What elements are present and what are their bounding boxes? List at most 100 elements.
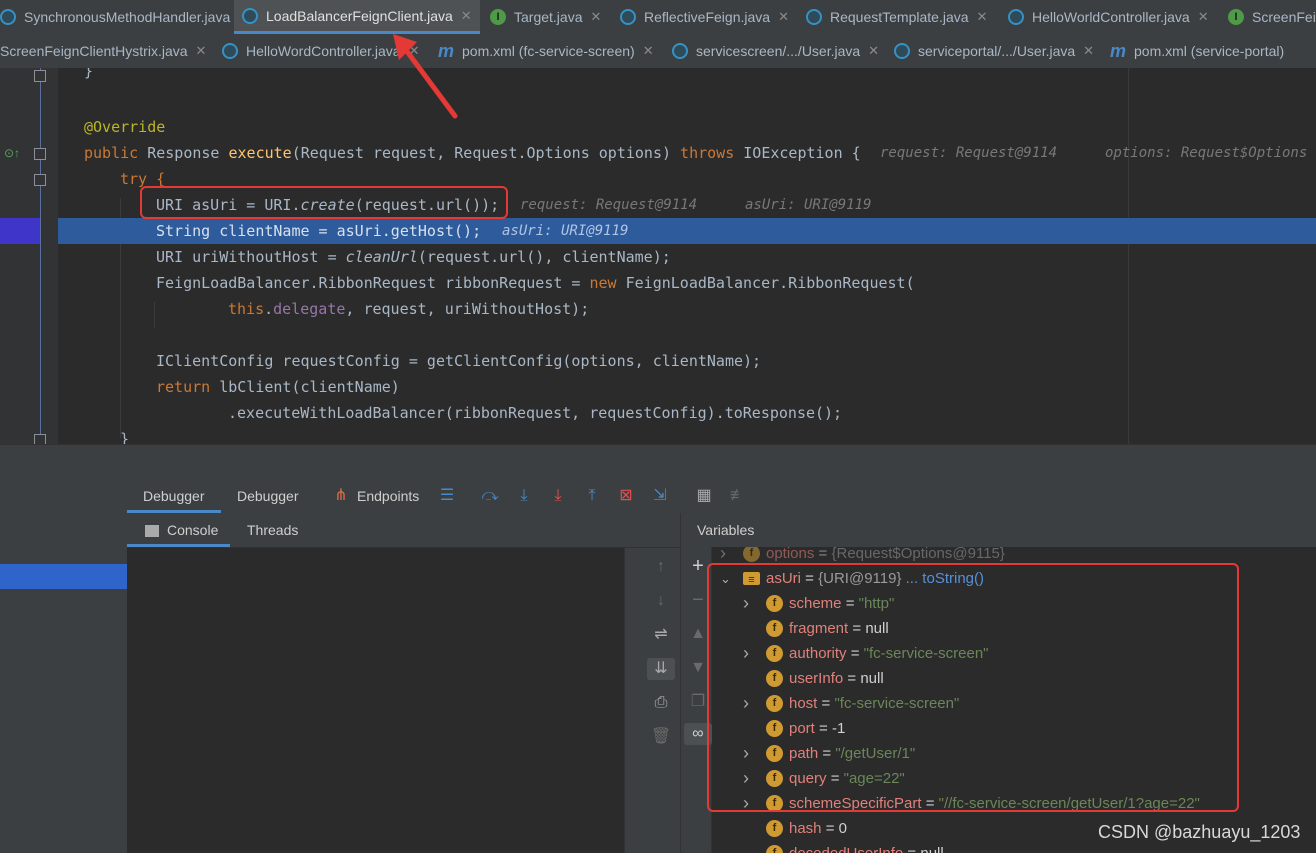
field-icon: f bbox=[766, 845, 783, 853]
inline-value-hint: options: Request$Options bbox=[1105, 145, 1308, 161]
variable-value: null bbox=[920, 845, 943, 853]
inline-value-hint: request: Request@9114 bbox=[520, 197, 698, 213]
debugger-toolbar: Debugger Debugger ⋔ Endpoints ☰ ⤼ ⤓ ⤓ ⤒ … bbox=[127, 479, 1316, 514]
panel-divider[interactable] bbox=[0, 444, 1316, 480]
code-text: IClientConfig requestConfig = getClientC… bbox=[156, 352, 762, 370]
watermark: CSDN @bazhuayu_1203 bbox=[1098, 822, 1301, 842]
print-icon[interactable]: ⎙ bbox=[647, 692, 675, 714]
editor-tab[interactable]: RequestTemplate.java ✕ bbox=[798, 0, 995, 34]
field-icon: f bbox=[766, 820, 783, 837]
evaluate-expression-icon[interactable]: ▦ bbox=[694, 487, 714, 505]
down-arrow-icon[interactable]: ↓ bbox=[647, 590, 675, 612]
step-into-icon[interactable]: ⤓ bbox=[514, 487, 534, 505]
close-tab-icon[interactable]: ✕ bbox=[1198, 9, 1209, 25]
code-line: return lbClient(clientName) bbox=[0, 374, 1316, 400]
editor-tab[interactable]: SynchronousMethodHandler.java✕ bbox=[0, 0, 257, 34]
editor-tab-label: HelloWordController.java bbox=[246, 43, 401, 59]
code-text: .executeWithLoadBalancer(ribbonRequest, … bbox=[228, 404, 843, 422]
code-text: @Override bbox=[84, 118, 166, 136]
variable-name: decodedUserInfo bbox=[789, 845, 903, 853]
tab-endpoints[interactable]: Endpoints bbox=[357, 479, 419, 513]
editor-tab[interactable]: servicescreen/.../User.java ✕ bbox=[664, 34, 887, 68]
debugger-subtabs: Console Threads bbox=[127, 513, 680, 548]
class-icon bbox=[620, 9, 636, 25]
code-editor[interactable]: ⊙↑ } @Override public Response execute(R… bbox=[0, 68, 1316, 444]
close-tab-icon[interactable]: ✕ bbox=[196, 43, 207, 59]
editor-tab[interactable]: ReflectiveFeign.java ✕ bbox=[612, 0, 797, 34]
step-over-icon[interactable]: ⤼ bbox=[480, 487, 500, 505]
editor-tab[interactable]: ScreenFeignClientHystrix.java ✕ bbox=[0, 34, 214, 68]
console-sidebar: ↑ ↓ ⇌ ⇊ ⎙ 🗑 bbox=[624, 548, 681, 853]
class-icon bbox=[672, 43, 688, 59]
tab-debugger[interactable]: Debugger bbox=[127, 479, 221, 513]
console-icon bbox=[145, 525, 159, 538]
code-line: URI uriWithoutHost = cleanUrl(request.ur… bbox=[0, 244, 1316, 270]
variables-title: Variables bbox=[697, 522, 755, 538]
code-line: @Override bbox=[0, 114, 1316, 140]
editor-tab[interactable]: HelloWorldController.java ✕ bbox=[1000, 0, 1217, 34]
code-text: this.delegate, request, uriWithoutHost); bbox=[228, 300, 590, 318]
close-tab-icon[interactable]: ✕ bbox=[778, 9, 789, 25]
code-line: } bbox=[0, 68, 1316, 84]
maven-icon: m bbox=[1110, 40, 1127, 61]
soft-wrap-icon[interactable]: ⇌ bbox=[647, 624, 675, 646]
drop-frame-icon[interactable]: ⊠ bbox=[616, 487, 636, 505]
up-arrow-icon[interactable]: ↑ bbox=[647, 556, 675, 578]
scroll-to-end-icon[interactable]: ⇊ bbox=[647, 658, 675, 680]
clear-icon[interactable]: 🗑 bbox=[647, 726, 675, 748]
close-tab-icon[interactable]: ✕ bbox=[461, 8, 472, 24]
editor-tab-label: ScreenFei bbox=[1252, 9, 1316, 25]
interface-icon: I bbox=[490, 9, 506, 25]
close-tab-icon[interactable]: ✕ bbox=[868, 43, 879, 59]
class-icon bbox=[806, 9, 822, 25]
editor-tabs-row-1: SynchronousMethodHandler.java✕LoadBalanc… bbox=[0, 0, 1316, 35]
step-out-icon[interactable]: ⤒ bbox=[582, 487, 602, 505]
variable-name: options bbox=[766, 547, 815, 562]
close-tab-icon[interactable]: ✕ bbox=[590, 9, 601, 25]
tab-console[interactable]: Console bbox=[127, 513, 231, 547]
editor-tab-label: SynchronousMethodHandler.java bbox=[24, 9, 231, 25]
frames-pane[interactable] bbox=[0, 479, 127, 853]
code-line: } bbox=[0, 426, 1316, 444]
menu-icon[interactable]: ☰ bbox=[437, 487, 457, 505]
class-icon bbox=[222, 43, 238, 59]
variable-value: {Request$Options@9115} bbox=[831, 547, 1005, 562]
selected-frame[interactable] bbox=[0, 564, 127, 589]
class-icon bbox=[242, 7, 258, 24]
class-icon bbox=[894, 43, 910, 59]
close-tab-icon[interactable]: ✕ bbox=[977, 9, 988, 25]
editor-tab[interactable]: m pom.xml (service-portal) bbox=[1102, 34, 1292, 68]
editor-tab-label: HelloWorldController.java bbox=[1032, 9, 1190, 25]
inline-value-hint: asUri: URI@9119 bbox=[502, 223, 629, 239]
editor-tab-label: Target.java bbox=[514, 9, 583, 25]
class-icon bbox=[0, 9, 16, 25]
editor-tab[interactable]: serviceportal/.../User.java ✕ bbox=[886, 34, 1102, 68]
trace-icon[interactable]: ≢ bbox=[728, 487, 748, 505]
tab-threads[interactable]: Threads bbox=[247, 513, 298, 547]
editor-tab[interactable]: I ScreenFei bbox=[1220, 0, 1316, 34]
current-execution-line: String clientName = asUri.getHost(); asU… bbox=[58, 218, 1316, 244]
class-icon bbox=[1008, 9, 1024, 25]
editor-tab[interactable]: I Target.java ✕ bbox=[482, 0, 609, 34]
force-step-into-icon[interactable]: ⤓ bbox=[548, 487, 568, 505]
run-to-cursor-icon[interactable]: ⇲ bbox=[650, 487, 670, 505]
tab-debugger-2[interactable]: Debugger bbox=[237, 479, 299, 513]
annotation-arrow bbox=[393, 34, 458, 119]
close-tab-icon[interactable]: ✕ bbox=[1083, 43, 1094, 59]
code-line: public Response execute(Request request,… bbox=[0, 140, 1316, 166]
code-text: public Response execute(Request request,… bbox=[84, 144, 861, 162]
tab-console-label: Console bbox=[167, 522, 219, 538]
editor-tab[interactable]: LoadBalancerFeignClient.java ✕ bbox=[234, 0, 480, 34]
interface-icon: I bbox=[1228, 9, 1244, 25]
code-line: this.delegate, request, uriWithoutHost); bbox=[0, 296, 1316, 322]
code-line: FeignLoadBalancer.RibbonRequest ribbonRe… bbox=[0, 270, 1316, 296]
code-line: .executeWithLoadBalancer(ribbonRequest, … bbox=[0, 400, 1316, 426]
console-output[interactable] bbox=[127, 548, 624, 853]
editor-tab-label: LoadBalancerFeignClient.java bbox=[266, 7, 453, 24]
code-text: FeignLoadBalancer.RibbonRequest ribbonRe… bbox=[156, 274, 915, 292]
editor-tab-label: serviceportal/.../User.java bbox=[918, 43, 1076, 59]
variable-value: 0 bbox=[838, 820, 847, 837]
variable-name: hash bbox=[789, 820, 822, 837]
code-text: } bbox=[84, 68, 94, 80]
close-tab-icon[interactable]: ✕ bbox=[643, 43, 654, 59]
